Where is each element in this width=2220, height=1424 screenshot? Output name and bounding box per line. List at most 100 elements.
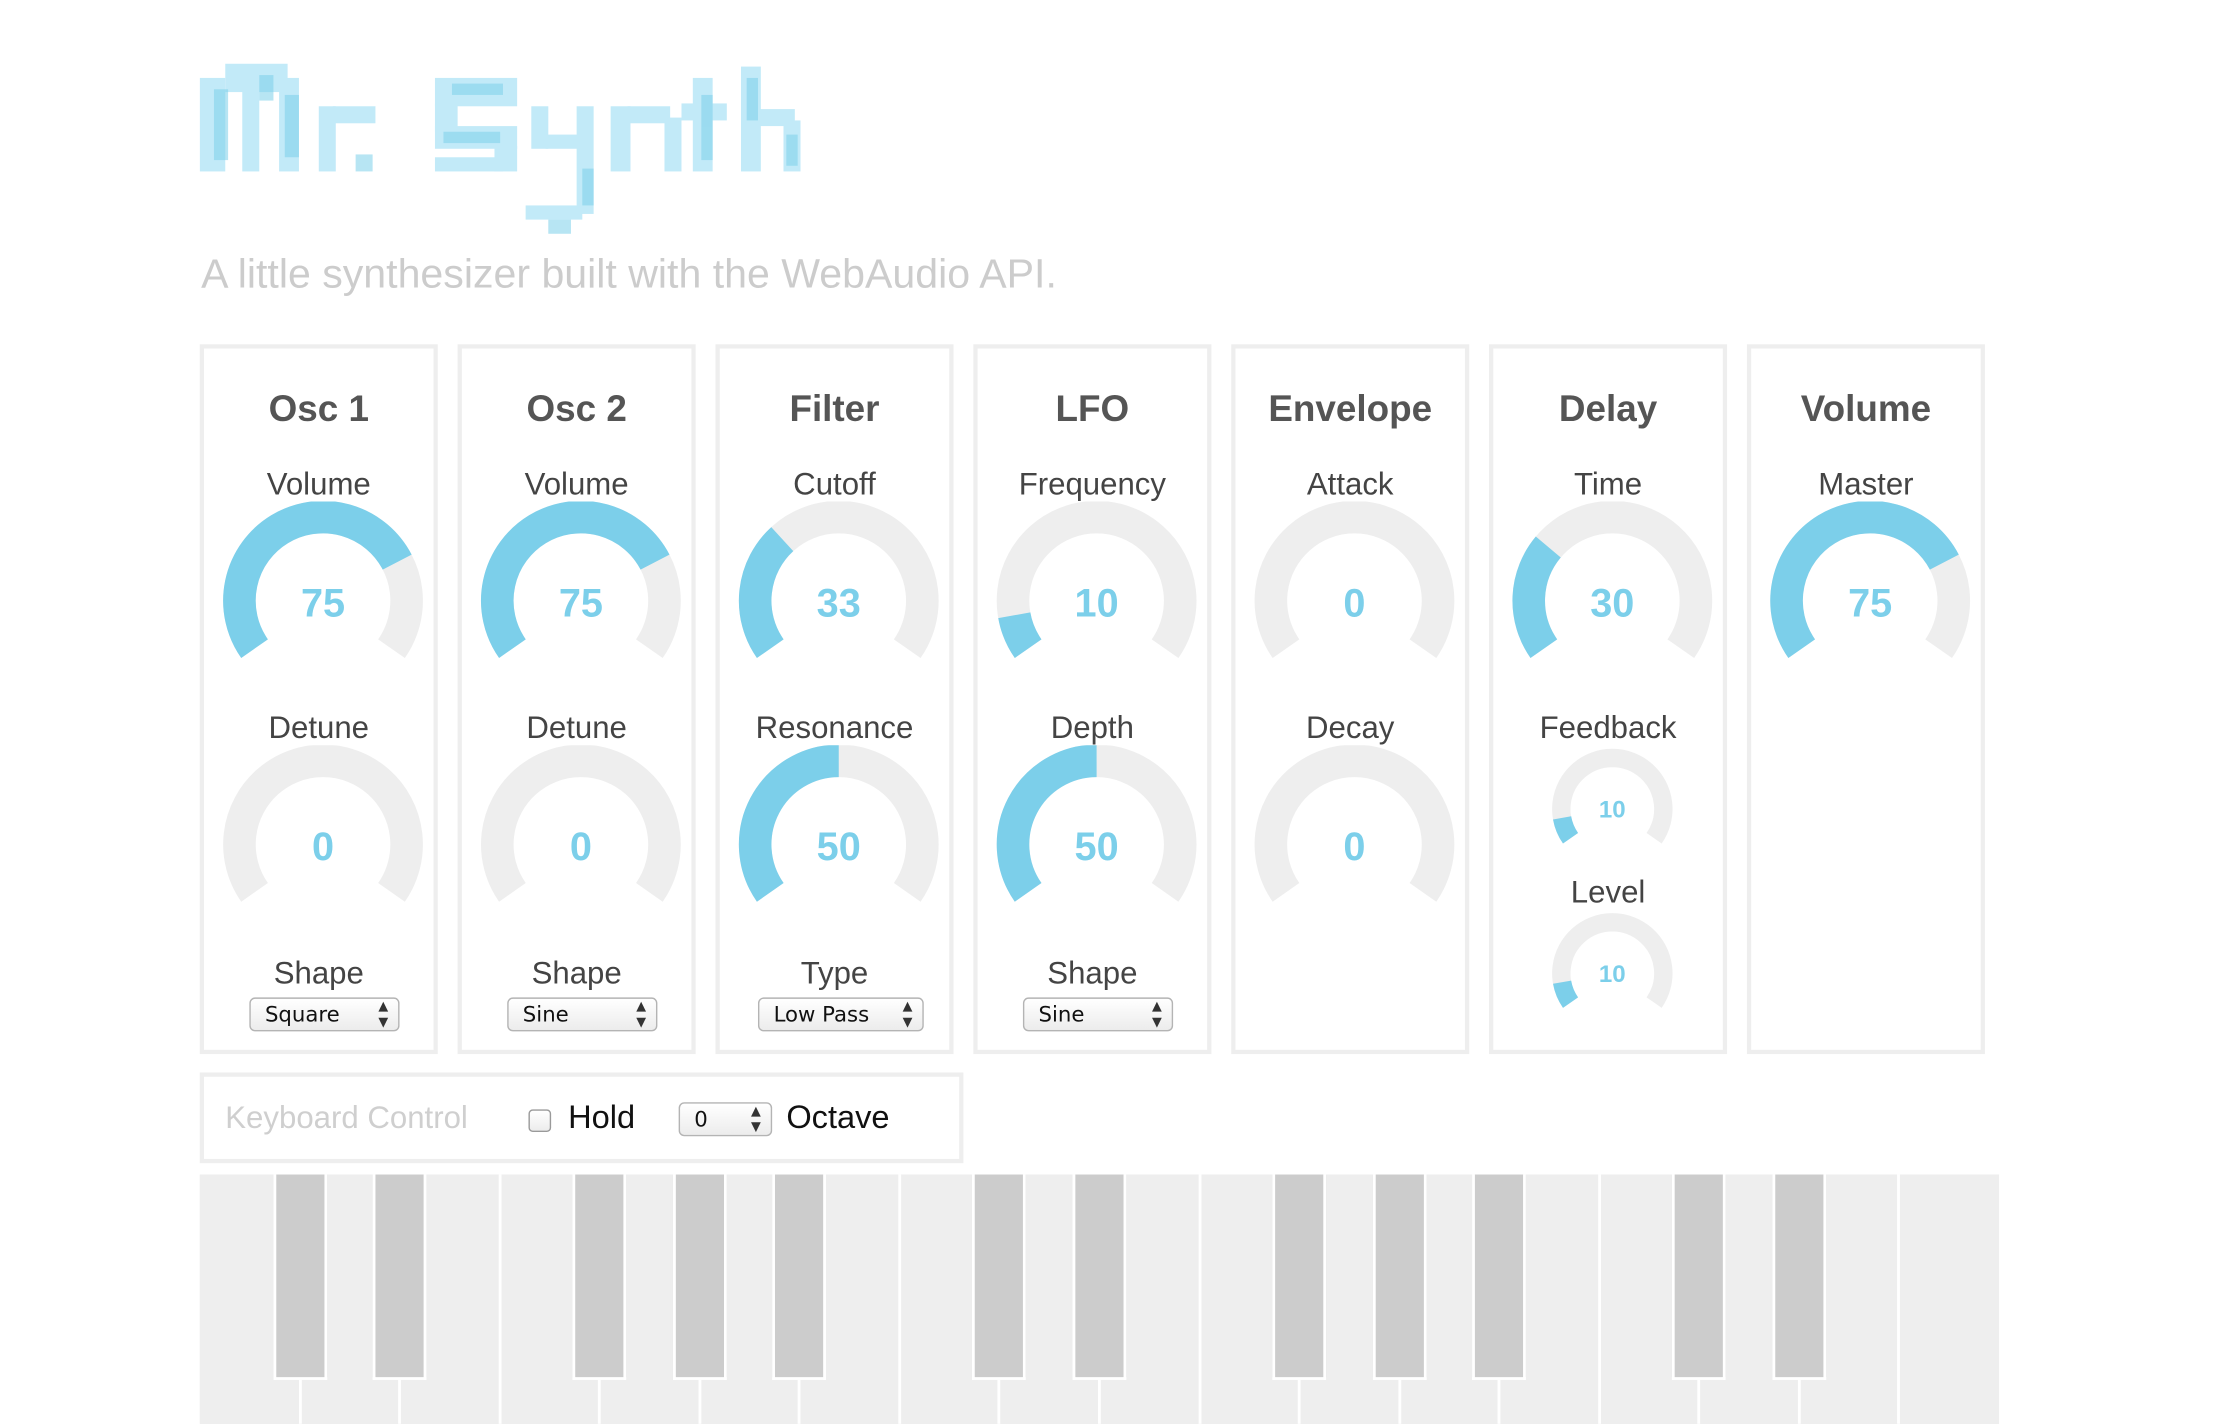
knob-value: 75 [1848,581,1892,625]
cutoff-knob[interactable]: 33 [737,500,941,688]
depth-knob[interactable]: 50 [995,744,1199,931]
octave-select-value: 0 [694,1106,708,1133]
lfo-shape-select-value: Sine [1038,1001,1085,1028]
key-separator [1297,1379,1301,1424]
black-key[interactable] [1472,1174,1527,1380]
control-label: Volume [266,466,371,502]
app-subtitle: A little synthesizer built with the WebA… [201,252,1057,298]
knob-value: 0 [570,825,592,869]
control-label: Frequency [1018,466,1166,502]
app-root: A little synthesizer built with the WebA… [0,0,2220,1424]
shape-select[interactable]: Sine ▲ ▼ [507,997,658,1032]
panel-title: Osc 2 [526,386,627,430]
select-arrows-icon: ▲ ▼ [1151,1000,1162,1031]
key-separator [1397,1379,1401,1424]
piano-keyboard [199,1174,2000,1424]
control-label: Master [1818,466,1914,502]
time-knob[interactable]: 30 [1510,500,1714,688]
detune-knob[interactable]: 0 [221,744,425,931]
filter-type-select-value: Low Pass [773,1001,870,1028]
volume-knob[interactable]: 75 [479,500,683,688]
volume-knob[interactable]: 75 [221,500,425,688]
knob-value: 10 [1075,581,1119,625]
panel-title: LFO [1055,386,1130,430]
select-label: Shape [531,954,622,991]
select-arrows-icon: ▲ ▼ [902,1000,913,1031]
panel-volume: Volume Master 75 [1746,344,1985,1055]
key-separator [1497,1379,1501,1424]
panel-title: Volume [1800,386,1932,430]
frequency-knob[interactable]: 10 [995,500,1199,688]
mr-synth-logo [199,63,801,234]
feedback-knob[interactable]: 10 [1550,748,1675,854]
select-label: Shape [1047,954,1138,991]
control-label: Resonance [755,709,914,746]
knob-value: 10 [1599,961,1626,988]
knob-value: 10 [1599,796,1626,823]
panel-title: Filter [789,386,880,430]
black-key[interactable] [1772,1174,1827,1380]
knob-value: 0 [312,825,334,869]
black-key[interactable] [672,1174,727,1380]
white-key[interactable] [1899,1174,2000,1424]
knob-value-arc [738,527,794,659]
black-key[interactable] [1372,1174,1427,1380]
key-separator [898,1174,901,1424]
knob-value: 75 [301,581,345,625]
key-separator [1897,1174,1901,1424]
select-arrows-icon: ▲ ▼ [636,1000,647,1031]
select-label: Type [800,954,869,991]
black-key[interactable] [272,1174,327,1380]
resonance-knob[interactable]: 50 [737,744,941,931]
key-separator [598,1379,602,1424]
key-separator [998,1379,1001,1424]
control-label: Feedback [1539,709,1677,746]
panel-osc-2: Osc 2 Volume 75 Detune 0 Shape Sine ▲ ▼ [457,344,696,1055]
control-label: Detune [268,709,370,746]
knob-value-arc [1512,536,1562,659]
panel-envelope: Envelope Attack 0 Decay 0 [1231,344,1470,1055]
knob-value: 33 [817,581,861,625]
panel-filter: Filter Cutoff 33 Resonance 50 Type Low P… [715,344,954,1055]
hold-label: Hold [568,1098,636,1135]
knob-value: 50 [1075,825,1119,869]
key-separator [1197,1174,1201,1424]
key-separator [698,1379,701,1424]
key-separator [798,1379,801,1424]
filter-type-select[interactable]: Low Pass ▲ ▼ [757,997,924,1032]
panel-osc-1: Osc 1 Volume 75 Detune 0 Shape Square ▲ ▼ [199,344,438,1055]
key-separator [498,1174,502,1424]
knob-value: 0 [1343,581,1365,625]
black-key[interactable] [972,1174,1027,1380]
hold-checkbox[interactable] [528,1109,552,1133]
lfo-shape-select[interactable]: Sine ▲ ▼ [1022,997,1174,1032]
level-knob[interactable]: 10 [1550,912,1675,1018]
select-arrows-icon: ▲ ▼ [751,1105,761,1135]
control-label: Level [1570,874,1646,910]
keyboard-control-title: Keyboard Control [225,1099,468,1135]
decay-knob[interactable]: 0 [1252,744,1456,931]
attack-knob[interactable]: 0 [1252,500,1456,688]
select-label: Shape [273,954,364,991]
detune-knob[interactable]: 0 [479,744,683,931]
panel-lfo: LFO Frequency 10 Depth 50 Shape Sine ▲ ▼ [973,344,1212,1055]
black-key[interactable] [1672,1174,1727,1380]
control-label: Decay [1306,709,1395,746]
knob-value-arc [1553,980,1579,1008]
black-key[interactable] [1072,1174,1127,1380]
shape-select[interactable]: Square ▲ ▼ [249,997,400,1032]
panel-title: Osc 1 [268,386,369,430]
key-separator [1797,1379,1801,1424]
control-label: Volume [524,466,629,502]
shape-select-value: Square [264,1001,340,1028]
knob-value-arc [998,611,1042,659]
black-key[interactable] [572,1174,627,1380]
black-key[interactable] [772,1174,827,1380]
master-volume-knob[interactable]: 75 [1768,500,1972,688]
black-key[interactable] [1272,1174,1327,1380]
black-key[interactable] [372,1174,427,1380]
key-separator [1597,1174,1601,1424]
octave-select[interactable]: 0 ▲ ▼ [678,1102,773,1137]
knob-value: 0 [1343,825,1365,869]
key-separator [1098,1379,1101,1424]
